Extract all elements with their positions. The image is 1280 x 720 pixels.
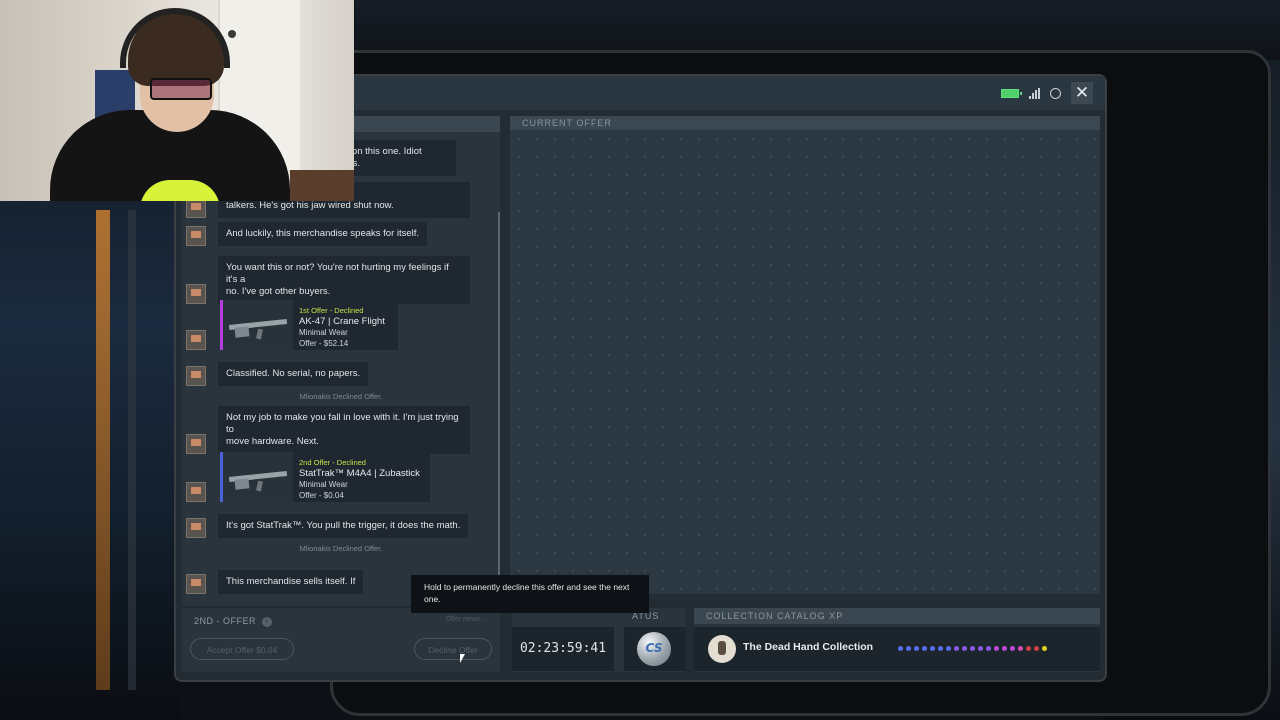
xp-dot (946, 646, 951, 651)
cs-coin: CS (624, 627, 686, 671)
chat-message: This merchandise sells itself. If (186, 570, 364, 594)
mouse-cursor-icon (460, 654, 470, 663)
collection-emblem-icon (708, 635, 736, 663)
info-icon[interactable]: i (262, 616, 273, 627)
collection-xp-header: COLLECTION CATALOG XP (694, 608, 1100, 624)
chat-bubble: It's got StatTrak™. You pull the trigger… (218, 514, 469, 538)
xp-dot (1010, 646, 1015, 651)
collection-name: The Dead Hand Collection (743, 641, 874, 653)
avatar (186, 518, 206, 538)
chat-message: And luckily, this merchandise speaks for… (186, 222, 428, 246)
background-stripe-secondary (128, 210, 136, 690)
chat-message: Not my job to make you fall in love with… (186, 406, 470, 454)
countdown-timer: 02:23:59:41 (512, 627, 614, 671)
avatar (186, 198, 206, 218)
xp-dot (962, 646, 967, 651)
system-message: Mlionakis Declined Offer. (299, 392, 383, 401)
battery-icon (1001, 88, 1022, 98)
weapon-image (223, 300, 293, 350)
collection-xp-panel: COLLECTION CATALOG XP The Dead Hand Coll… (694, 608, 1100, 672)
offer-item-name: StatTrak™ M4A4 | Zubastick (299, 468, 420, 479)
offer-note: Offer never... (445, 616, 486, 623)
offer-price: Offer - $52.14 (299, 339, 349, 348)
offer-price: Offer - $0.04 (299, 491, 344, 500)
avatar (186, 330, 206, 350)
accept-offer-button[interactable]: Accept Offer $0.04 (190, 638, 294, 660)
xp-dot (922, 646, 927, 651)
xp-dot (930, 646, 935, 651)
xp-dot (970, 646, 975, 651)
chat-bubble: Not my job to make you fall in love with… (218, 406, 470, 454)
webcam-overlay (0, 0, 354, 201)
offer-message: 1st Offer - Declined AK-47 | Crane Fligh… (186, 300, 398, 350)
xp-dot (986, 646, 991, 651)
xp-dot (978, 646, 983, 651)
xp-dot (1034, 646, 1039, 651)
offer-wear: Minimal Wear (299, 328, 348, 337)
offer-message: 2nd Offer - Declined StatTrak™ M4A4 | Zu… (186, 452, 430, 502)
offer-item-name: AK-47 | Crane Flight (299, 316, 385, 327)
close-button[interactable]: ✕ (1071, 82, 1093, 104)
avatar (186, 434, 206, 454)
chat-message: It's got StatTrak™. You pull the trigger… (186, 514, 469, 538)
xp-dot (1018, 646, 1023, 651)
chat-message: You want this or not? You're not hurting… (186, 256, 470, 304)
offer-status: 1st Offer - Declined (299, 306, 364, 315)
xp-dot (954, 646, 959, 651)
chat-bubble: Classified. No serial, no papers. (218, 362, 369, 386)
current-offer-header: CURRENT OFFER (510, 116, 1100, 130)
xp-dot (994, 646, 999, 651)
system-message: Mlionakis Declined Offer. (299, 544, 383, 553)
chat-message: Classified. No serial, no papers. (186, 362, 369, 386)
avatar (186, 366, 206, 386)
close-icon: ✕ (1074, 83, 1090, 103)
chat-bubble: You want this or not? You're not hurting… (218, 256, 470, 304)
chat-scrollbar[interactable] (498, 212, 500, 606)
xp-dot (1042, 646, 1047, 651)
chat-bubble: And luckily, this merchandise speaks for… (218, 222, 428, 246)
xp-dot (906, 646, 911, 651)
offer-card[interactable]: 2nd Offer - Declined StatTrak™ M4A4 | Zu… (220, 452, 430, 502)
background-stripe (96, 210, 110, 690)
xp-dot (1026, 646, 1031, 651)
offer-status: 2nd Offer - Declined (299, 458, 366, 467)
offer-action-bar: 2ND - OFFER i Offer never... Accept Offer… (182, 608, 500, 672)
globe-icon (1050, 87, 1061, 99)
current-offer-panel: CURRENT OFFER (510, 116, 1100, 594)
offer-wear: Minimal Wear (299, 480, 348, 489)
chat-bubble: e on this one. Idiot ers. (336, 140, 456, 176)
decline-tooltip: Hold to permanently decline this offer a… (411, 575, 649, 613)
xp-progress-dots (898, 646, 1047, 651)
xp-dot (898, 646, 903, 651)
xp-dot (1002, 646, 1007, 651)
status-header: ATUS (632, 611, 660, 621)
decline-offer-button[interactable]: Decline Offer (414, 638, 492, 660)
xp-dot (938, 646, 943, 651)
avatar (186, 226, 206, 246)
cs-coin-icon: CS (637, 632, 671, 666)
avatar (186, 574, 206, 594)
signal-icon (1029, 87, 1040, 99)
offer-count-label: 2ND - OFFER i (194, 616, 273, 627)
offer-card[interactable]: 1st Offer - Declined AK-47 | Crane Fligh… (220, 300, 398, 350)
weapon-image (223, 452, 293, 502)
offer-display-area (510, 130, 1100, 594)
chat-bubble: This merchandise sells itself. If (218, 570, 364, 594)
avatar (186, 482, 206, 502)
xp-dot (914, 646, 919, 651)
